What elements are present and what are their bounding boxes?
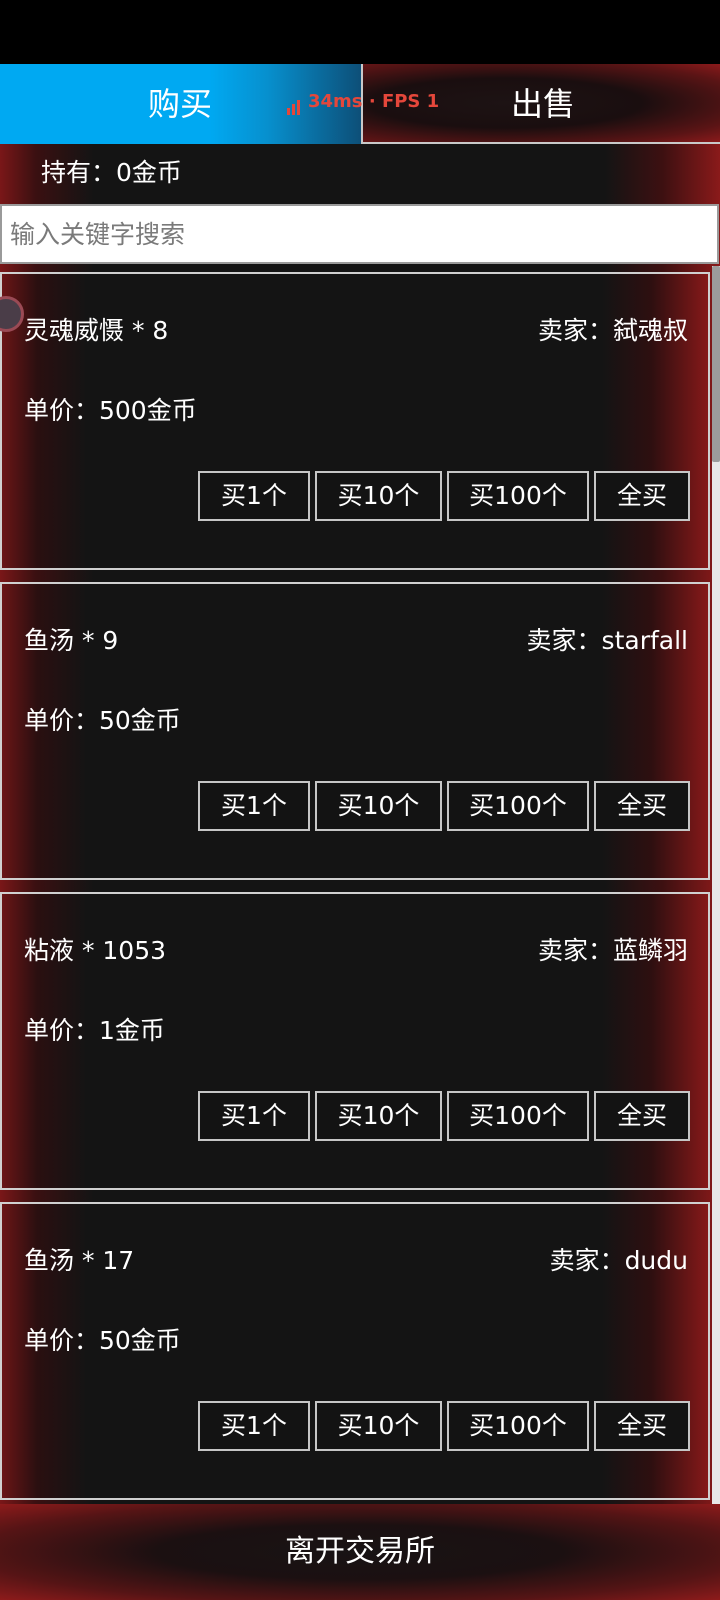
listing-card: 鱼汤 * 9 卖家：starfall 单价：50金币 买1个 买10个 买100… (0, 582, 710, 880)
scrollbar-thumb[interactable] (712, 266, 720, 462)
buy-100-button[interactable]: 买100个 (447, 1401, 589, 1451)
item-name: 鱼汤 * 17 (24, 1246, 135, 1275)
listing-card: 鱼汤 * 17 卖家：dudu 单价：50金币 买1个 买10个 买100个 全… (0, 1202, 710, 1500)
buy-1-button[interactable]: 买1个 (198, 781, 310, 831)
buy-all-button[interactable]: 全买 (594, 1401, 690, 1451)
performance-overlay: 34ms · FPS 1 (287, 89, 439, 115)
buy-100-button[interactable]: 买100个 (447, 471, 589, 521)
listing-card: 灵魂威慑 * 8 卖家：弑魂叔 单价：500金币 买1个 买10个 买100个 … (0, 272, 710, 570)
coin-balance: 持有：0金币 (41, 158, 182, 187)
seller-name: 卖家：蓝鳞羽 (537, 936, 688, 965)
buy-all-button[interactable]: 全买 (594, 1091, 690, 1141)
tab-buy-label: 购买 (147, 85, 212, 123)
item-name: 鱼汤 * 9 (24, 626, 119, 655)
buy-all-button[interactable]: 全买 (594, 781, 690, 831)
fps-value: FPS 1 (381, 91, 440, 112)
leave-exchange-button[interactable]: 离开交易所 (0, 1504, 720, 1600)
listing-card: 粘液 * 1053 卖家：蓝鳞羽 单价：1金币 买1个 买10个 买100个 全… (0, 892, 710, 1190)
signal-icon (287, 89, 302, 115)
ping-value: 34ms (308, 91, 363, 112)
seller-name: 卖家：弑魂叔 (537, 316, 688, 345)
unit-price: 单价：500金币 (24, 396, 197, 425)
buy-10-button[interactable]: 买10个 (315, 1091, 442, 1141)
item-name: 粘液 * 1053 (24, 936, 167, 965)
buy-100-button[interactable]: 买100个 (447, 1091, 589, 1141)
buy-10-button[interactable]: 买10个 (315, 471, 442, 521)
search-input[interactable] (0, 204, 719, 264)
seller-name: 卖家：starfall (526, 626, 688, 655)
perf-separator: · (368, 91, 376, 112)
buy-100-button[interactable]: 买100个 (447, 781, 589, 831)
tab-sell-label: 出售 (510, 85, 575, 123)
unit-price: 单价：50金币 (24, 1326, 181, 1355)
buy-1-button[interactable]: 买1个 (198, 471, 310, 521)
buy-1-button[interactable]: 买1个 (198, 1091, 310, 1141)
item-name: 灵魂威慑 * 8 (24, 316, 169, 345)
buy-all-button[interactable]: 全买 (594, 471, 690, 521)
unit-price: 单价：50金币 (24, 706, 181, 735)
buy-1-button[interactable]: 买1个 (198, 1401, 310, 1451)
listing-list[interactable]: 灵魂威慑 * 8 卖家：弑魂叔 单价：500金币 买1个 买10个 买100个 … (0, 272, 712, 1504)
buy-10-button[interactable]: 买10个 (315, 1401, 442, 1451)
seller-name: 卖家：dudu (549, 1246, 688, 1275)
status-bar (0, 0, 720, 64)
unit-price: 单价：1金币 (24, 1016, 165, 1045)
buy-10-button[interactable]: 买10个 (315, 781, 442, 831)
